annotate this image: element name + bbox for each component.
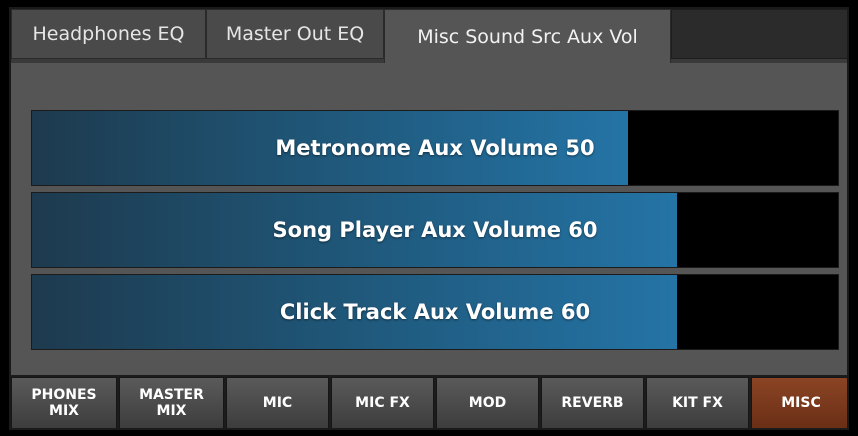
- slider-fill: [32, 275, 677, 349]
- nav-button-label-line1: MASTER: [139, 387, 204, 403]
- nav-mic-button[interactable]: MIC: [226, 377, 329, 428]
- nav-master-mix-button[interactable]: MASTER MIX: [119, 377, 224, 428]
- nav-button-label-line2: MIX: [156, 403, 187, 419]
- panel-header-strip: [11, 63, 847, 103]
- nav-phones-mix-button[interactable]: PHONES MIX: [11, 377, 117, 428]
- tab-headphones-eq[interactable]: Headphones EQ: [11, 9, 206, 59]
- metronome-aux-volume-slider[interactable]: Metronome Aux Volume 50: [31, 110, 839, 186]
- tab-master-out-eq[interactable]: Master Out EQ: [206, 9, 384, 59]
- song-player-aux-volume-slider[interactable]: Song Player Aux Volume 60: [31, 192, 839, 268]
- nav-kit-fx-button[interactable]: KIT FX: [646, 377, 749, 428]
- tab-bar-filler: [671, 9, 847, 59]
- slider-fill: [32, 193, 677, 267]
- tab-misc-sound-src-aux-vol[interactable]: Misc Sound Src Aux Vol: [384, 9, 671, 63]
- nav-mod-button[interactable]: MOD: [436, 377, 539, 428]
- slider-fill: [32, 111, 629, 185]
- tab-bar: Headphones EQ Master Out EQ Misc Sound S…: [11, 9, 847, 63]
- nav-mic-fx-button[interactable]: MIC FX: [331, 377, 434, 428]
- nav-reverb-button[interactable]: REVERB: [541, 377, 644, 428]
- nav-button-label-line1: PHONES: [31, 387, 97, 403]
- nav-misc-button[interactable]: MISC: [751, 377, 847, 428]
- bottom-nav: PHONES MIX MASTER MIX MIC MIC FX MOD REV…: [11, 375, 847, 428]
- nav-button-label-line2: MIX: [49, 403, 79, 419]
- misc-aux-volume-screen: Headphones EQ Master Out EQ Misc Sound S…: [9, 7, 849, 430]
- click-track-aux-volume-slider[interactable]: Click Track Aux Volume 60: [31, 274, 839, 350]
